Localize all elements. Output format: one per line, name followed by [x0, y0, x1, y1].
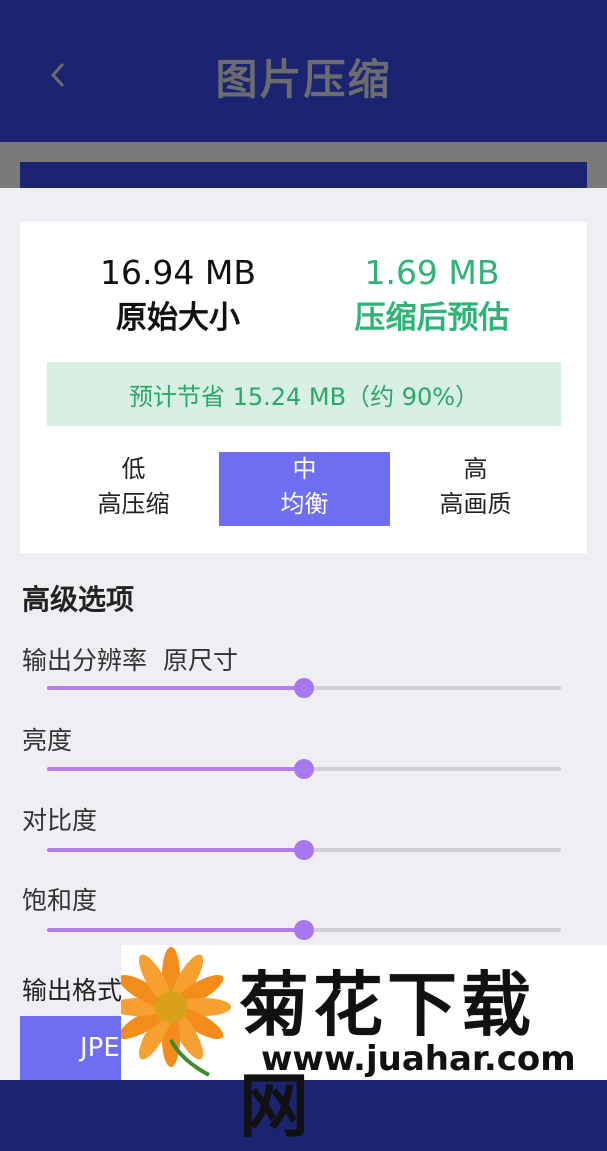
slider-fill — [47, 848, 304, 852]
watermark-url: www.juahar.com — [261, 1039, 576, 1079]
contrast-slider[interactable] — [47, 840, 561, 860]
saturation-label: 饱和度 — [22, 886, 98, 915]
resolution-value: 原尺寸 — [163, 646, 239, 675]
savings-banner: 预计节省 15.24 MB（约 90%） — [47, 362, 561, 426]
resolution-slider[interactable] — [47, 678, 561, 698]
slider-fill — [47, 928, 304, 932]
contrast-label: 对比度 — [22, 806, 98, 835]
slider-fill — [47, 767, 304, 771]
quality-level-label: 中 — [292, 455, 317, 483]
summary-card: 16.94 MB 原始大小 1.69 MB 压缩后预估 预计节省 15.24 M… — [20, 222, 587, 553]
slider-thumb[interactable] — [294, 920, 314, 940]
output-format-label: 输出格式 — [22, 976, 123, 1005]
advanced-options-title: 高级选项 — [22, 583, 135, 616]
compressed-size-label: 压缩后预估 — [354, 300, 510, 336]
original-size-block: 16.94 MB 原始大小 — [48, 252, 308, 342]
quality-level-label: 高 — [463, 455, 488, 483]
compressed-size-block: 1.69 MB 压缩后预估 — [302, 252, 562, 342]
slider-thumb[interactable] — [294, 840, 314, 860]
saturation-slider[interactable] — [47, 920, 561, 940]
quality-option-medium[interactable]: 中 均衡 — [219, 452, 390, 526]
image-preview — [20, 162, 587, 188]
quality-desc-label: 高压缩 — [97, 490, 170, 518]
original-size-value: 16.94 MB — [99, 253, 257, 292]
brightness-label: 亮度 — [22, 726, 73, 755]
quality-option-high[interactable]: 高 高画质 — [390, 452, 561, 526]
flower-logo-icon — [121, 947, 231, 1077]
quality-desc-label: 均衡 — [280, 490, 329, 518]
brightness-slider[interactable] — [47, 759, 561, 779]
slider-thumb[interactable] — [294, 678, 314, 698]
page-title: 图片压缩 — [215, 55, 392, 104]
compressed-size-value: 1.69 MB — [364, 253, 500, 292]
watermark-banner: 菊花下载网 www.juahar.com — [121, 945, 607, 1147]
quality-level-label: 低 — [121, 455, 146, 483]
header-bar: 图片压缩 — [0, 0, 607, 142]
slider-fill — [47, 686, 304, 690]
slider-thumb[interactable] — [294, 759, 314, 779]
original-size-label: 原始大小 — [116, 300, 240, 336]
resolution-label: 输出分辨率 原尺寸 — [22, 641, 238, 677]
quality-option-low[interactable]: 低 高压缩 — [48, 452, 219, 526]
resolution-label-text: 输出分辨率 — [22, 646, 148, 675]
quality-desc-label: 高画质 — [439, 490, 512, 518]
